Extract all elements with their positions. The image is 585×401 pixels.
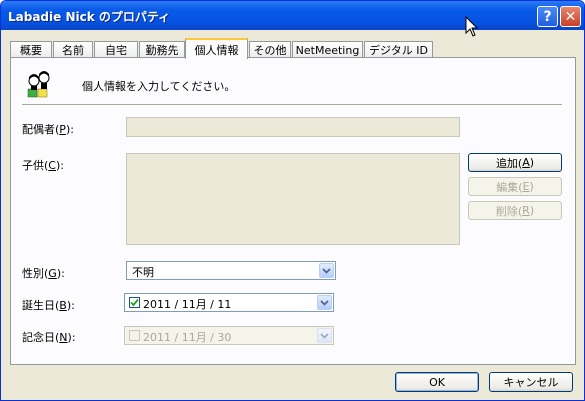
label-text: 記念日( — [22, 331, 60, 344]
ok-button[interactable]: OK — [395, 372, 479, 392]
label-end: ): — [67, 331, 76, 344]
add-button[interactable]: 追加(A) — [468, 153, 562, 172]
header-separator — [22, 104, 562, 105]
chevron-down-icon[interactable] — [319, 263, 334, 278]
button-text-end: ) — [529, 156, 535, 169]
children-label: 子供(C): — [22, 157, 64, 173]
edit-button[interactable]: 編集(E) — [468, 177, 562, 196]
access-key: B — [59, 299, 67, 312]
chevron-down-icon[interactable] — [317, 295, 332, 310]
anniversary-value: 2011 / 11月 / 30 — [143, 331, 232, 344]
anniversary-date-picker[interactable]: 2011 / 11月 / 30 — [124, 326, 334, 345]
children-list[interactable] — [126, 153, 460, 245]
help-button[interactable]: ? — [537, 6, 558, 27]
spouse-label: 配偶者(P): — [22, 121, 74, 137]
button-text-end: ) — [529, 180, 534, 193]
tab-label: 勤務先 — [145, 44, 179, 57]
title-bar[interactable]: Labadie Nick のプロパティ ? ✕ — [1, 1, 584, 30]
access-key: P — [59, 123, 66, 136]
cancel-button[interactable]: キャンセル — [489, 372, 573, 392]
tab-personal[interactable]: 個人情報 — [185, 38, 248, 59]
tab-label: 個人情報 — [194, 43, 239, 57]
tab-label: NetMeeting — [295, 43, 360, 57]
tab-label: デジタル ID — [369, 44, 428, 57]
birthday-value: 2011 / 11月 / 11 — [143, 298, 232, 311]
tab-label: その他 — [253, 44, 287, 57]
access-key: C — [48, 159, 56, 172]
label-end: ): — [56, 267, 65, 280]
gender-label: 性別(G): — [22, 265, 65, 281]
label-end: ): — [65, 123, 74, 136]
tab-label: 概要 — [20, 44, 42, 57]
chevron-down-icon[interactable] — [317, 328, 332, 343]
anniversary-label: 記念日(N): — [22, 329, 76, 345]
spouse-field[interactable] — [126, 117, 460, 137]
label-end: ): — [55, 159, 64, 172]
tab-label: 自宅 — [105, 44, 127, 57]
button-text: OK — [429, 375, 445, 389]
label-text: 誕生日( — [22, 299, 60, 312]
close-icon: ✕ — [564, 8, 577, 25]
help-icon: ? — [543, 8, 552, 25]
label-text: 配偶者( — [22, 123, 60, 136]
label-end: ): — [66, 299, 75, 312]
button-text: 削除( — [495, 204, 523, 218]
remove-button[interactable]: 削除(R) — [468, 201, 562, 220]
button-text: 編集( — [496, 180, 523, 194]
birthday-checkbox[interactable] — [129, 297, 140, 308]
access-key: G — [48, 267, 57, 280]
access-key: A — [522, 156, 530, 169]
label-text: 子供( — [22, 159, 49, 172]
label-text: 性別( — [22, 267, 49, 280]
tab-home[interactable]: 自宅 — [94, 41, 138, 58]
access-key: N — [59, 331, 68, 344]
birthday-label: 誕生日(B): — [22, 297, 75, 313]
tab-name[interactable]: 名前 — [53, 41, 93, 58]
tab-digital-id[interactable]: デジタル ID — [364, 41, 433, 58]
window-title: Labadie Nick のプロパティ — [8, 10, 171, 24]
button-text-end: ) — [529, 204, 535, 217]
properties-dialog: Labadie Nick のプロパティ ? ✕ 概要 名前 自宅 勤務先 個人情… — [0, 0, 585, 401]
tab-label: 名前 — [62, 44, 84, 57]
access-key: R — [522, 204, 530, 217]
gender-select[interactable]: 不明 — [126, 261, 336, 280]
close-button[interactable]: ✕ — [560, 6, 581, 27]
button-text: キャンセル — [503, 376, 559, 389]
tab-summary[interactable]: 概要 — [10, 41, 52, 58]
mouse-cursor-icon — [465, 16, 479, 37]
tab-other[interactable]: その他 — [249, 41, 291, 58]
header-text: 個人情報を入力してください。 — [82, 80, 236, 93]
checkmark-icon — [130, 298, 139, 307]
birthday-date-picker[interactable]: 2011 / 11月 / 11 — [124, 293, 334, 312]
tab-netmeeting[interactable]: NetMeeting — [292, 41, 363, 58]
button-text: 追加( — [495, 156, 523, 170]
tab-business[interactable]: 勤務先 — [139, 41, 185, 58]
gender-value: 不明 — [132, 266, 154, 279]
access-key: E — [522, 180, 530, 193]
people-icon — [27, 71, 50, 98]
anniversary-checkbox[interactable] — [129, 330, 140, 341]
